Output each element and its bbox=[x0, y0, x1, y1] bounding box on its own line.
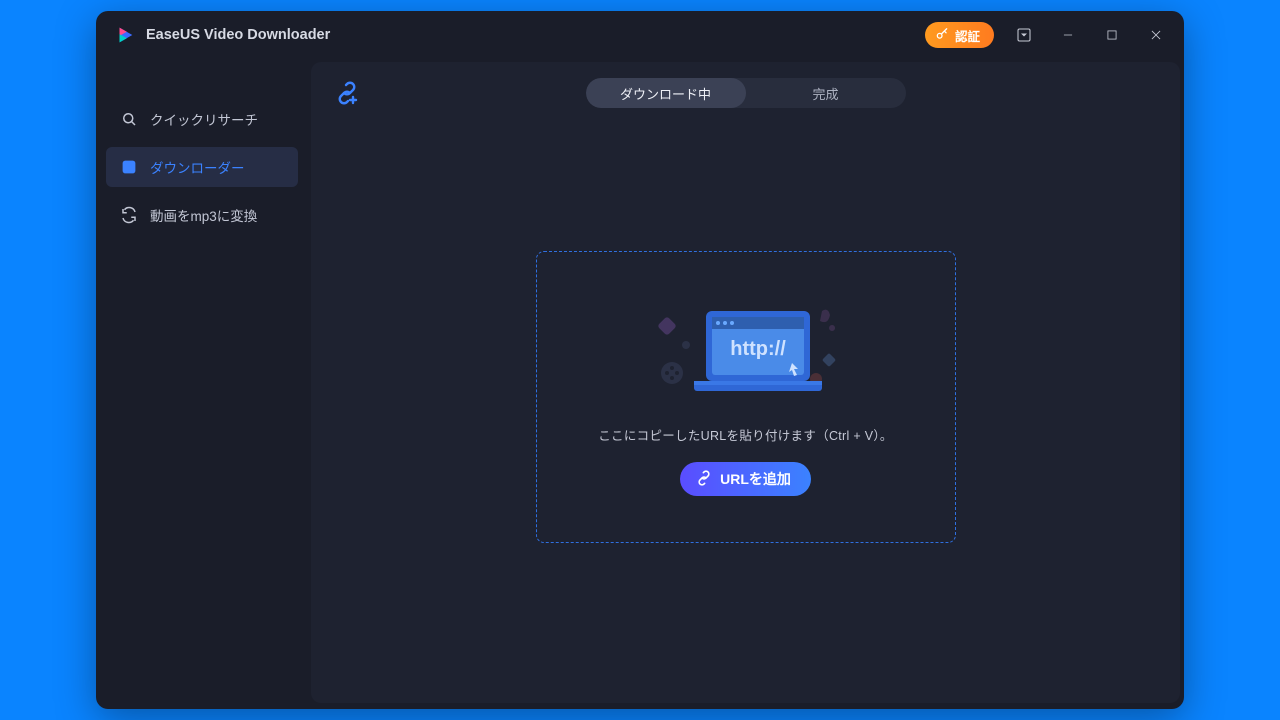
convert-icon bbox=[120, 206, 138, 224]
main-panel: ダウンロード中 完成 bbox=[311, 62, 1180, 703]
dropzone-hint: ここにコピーしたURLを貼り付けます（Ctrl + V）。 bbox=[598, 425, 892, 444]
sidebar-item-label: ダウンローダー bbox=[150, 157, 245, 177]
add-url-label: URLを追加 bbox=[720, 469, 791, 489]
tab-completed[interactable]: 完成 bbox=[746, 78, 906, 108]
illust-http-text: http:// bbox=[730, 338, 786, 360]
titlebar: EaseUS Video Downloader 認証 bbox=[96, 11, 1184, 59]
search-icon bbox=[120, 110, 138, 128]
sidebar-item-label: クイックリサーチ bbox=[150, 109, 258, 129]
certify-label: 認証 bbox=[955, 26, 980, 45]
certify-button[interactable]: 認証 bbox=[925, 22, 994, 48]
sidebar-item-label: 動画をmp3に変換 bbox=[150, 205, 257, 225]
add-url-button[interactable]: URLを追加 bbox=[680, 462, 811, 496]
minimize-button[interactable] bbox=[1054, 21, 1082, 49]
maximize-button[interactable] bbox=[1098, 21, 1126, 49]
sidebar-item-convert-mp3[interactable]: 動画をmp3に変換 bbox=[106, 195, 298, 235]
app-title: EaseUS Video Downloader bbox=[146, 27, 330, 43]
sidebar-item-quick-research[interactable]: クイックリサーチ bbox=[106, 99, 298, 139]
url-dropzone[interactable]: http:// ここにコピーしたURLを貼り付けます（Ctrl + V）。 bbox=[536, 251, 956, 543]
tabs: ダウンロード中 完成 bbox=[586, 78, 906, 108]
add-link-icon[interactable] bbox=[335, 81, 359, 105]
sidebar: クイックリサーチ ダウンローダー 動画をmp3に変換 bbox=[96, 59, 308, 709]
dropzone-illustration: http:// bbox=[636, 297, 856, 407]
tab-downloading[interactable]: ダウンロード中 bbox=[586, 78, 746, 108]
app-window: EaseUS Video Downloader 認証 bbox=[96, 11, 1184, 709]
link-icon bbox=[696, 470, 712, 489]
close-button[interactable] bbox=[1142, 21, 1170, 49]
sidebar-item-downloader[interactable]: ダウンローダー bbox=[106, 147, 298, 187]
dropdown-button[interactable] bbox=[1010, 21, 1038, 49]
tab-label: ダウンロード中 bbox=[620, 84, 711, 103]
main-topbar: ダウンロード中 完成 bbox=[335, 76, 1156, 110]
app-logo-icon bbox=[114, 24, 136, 46]
key-icon bbox=[935, 27, 949, 44]
tab-label: 完成 bbox=[812, 84, 838, 103]
download-icon bbox=[120, 158, 138, 176]
